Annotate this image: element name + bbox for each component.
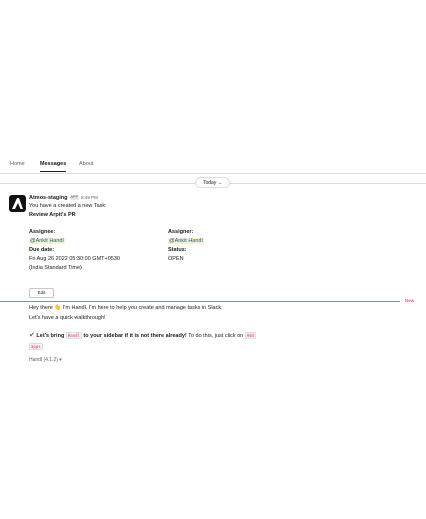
tab-bar: Home Messages About (0, 158, 426, 174)
inline-code-add: Add (244, 332, 256, 339)
new-messages-divider (0, 301, 400, 302)
tab-home[interactable]: Home (10, 161, 25, 167)
instruction-bold: to your sidebar if it is not there alrea… (83, 333, 187, 339)
waving-hand-icon: 👋 (54, 305, 62, 311)
inline-code-apps: apps (29, 343, 43, 350)
assigner-mention[interactable]: @Ankit Handl (168, 238, 204, 244)
due-date-value: Fri Aug 26 2022 05:30:00 GMT+0530 (29, 256, 120, 262)
instruction-start: Let's bring (36, 333, 65, 339)
chevron-down-icon: ⌄ (218, 180, 222, 185)
sender-name[interactable]: Atmos-staging (29, 195, 68, 201)
message-time[interactable]: 8:49 PM (81, 195, 98, 200)
assignee-label: Assignee: (29, 229, 56, 235)
atmos-logo (12, 198, 23, 209)
due-date-label: Due date: (29, 247, 55, 253)
message-header: Atmos-staging APP 8:49 PM (29, 194, 98, 202)
welcome-greeting: Hey there (29, 305, 53, 311)
tab-messages[interactable]: Messages (40, 161, 67, 172)
check-mark-icon: ✔ (29, 332, 35, 339)
tab-about[interactable]: About (79, 161, 93, 167)
avatar[interactable] (9, 195, 26, 212)
inline-code-handl: Handl (65, 332, 82, 339)
task-title: Review Arpit's PR (29, 212, 76, 218)
new-messages-label: New (405, 298, 415, 303)
status-label: Status: (168, 247, 187, 253)
due-date-timezone: (India Standard Time) (29, 265, 82, 271)
welcome-line-1: Hey there 👋 I'm Handl. I'm here to help … (29, 305, 223, 312)
instruction-rest: To do this, just click on (188, 333, 244, 339)
status-value: OPEN (168, 256, 184, 262)
assigner-label: Assigner: (168, 229, 194, 235)
truncated-line: Handl (4.1.2) ▾ (29, 357, 62, 362)
day-divider-button[interactable]: Today ⌄ (195, 177, 230, 188)
edit-button[interactable]: Edit (29, 288, 54, 298)
welcome-intro: I'm Handl. I'm here to help you create a… (62, 305, 223, 311)
day-divider-label: Today (203, 180, 217, 186)
assignee-mention[interactable]: @Ankit Handl (29, 238, 65, 244)
welcome-line-3: ✔ Let's bring Handl to your sidebar if i… (29, 332, 256, 340)
message-line: You have a created a new Task: (29, 203, 107, 209)
welcome-line-2: Let's have a quick walkthrough! (29, 315, 106, 321)
app-badge: APP (69, 195, 80, 200)
